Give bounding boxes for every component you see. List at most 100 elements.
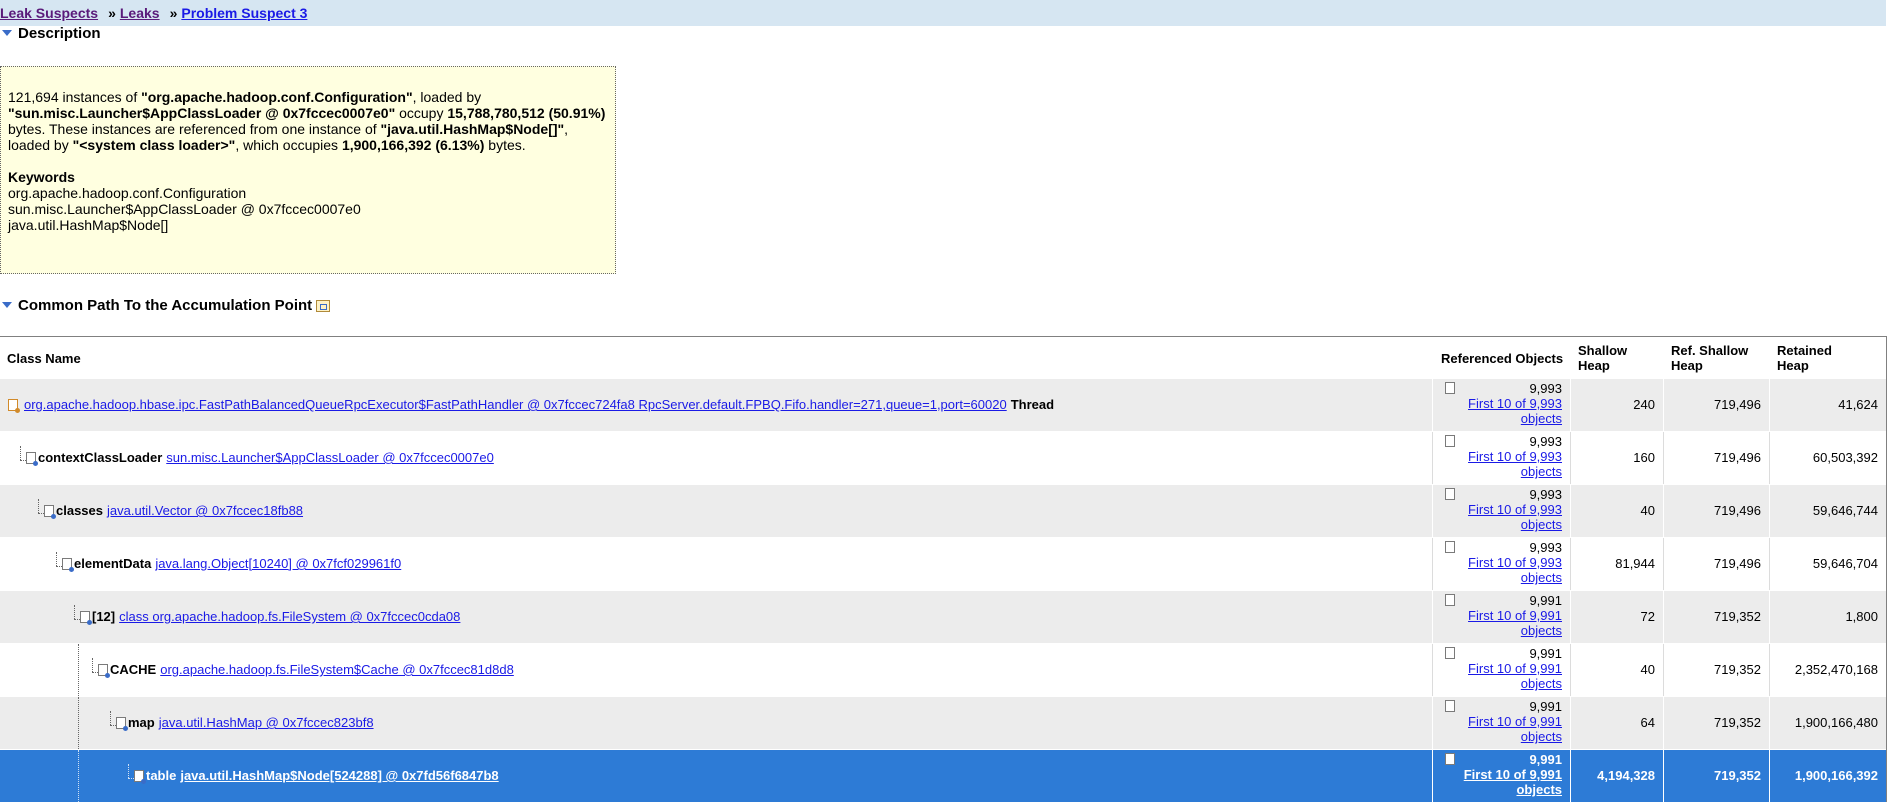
- retained-heap-cell: 1,900,166,392: [1769, 750, 1886, 802]
- column-shallow-heap[interactable]: Shallow Heap: [1578, 343, 1627, 373]
- keyword-item: java.util.HashMap$Node[]: [8, 217, 169, 233]
- table-row[interactable]: elementData java.lang.Object[10240] @ 0x7…: [0, 537, 1886, 590]
- object-link[interactable]: java.util.HashMap @ 0x7fccec823bf8: [159, 715, 374, 731]
- ref-shallow-heap-cell: 719,496: [1663, 379, 1769, 431]
- breadcrumb-separator: »: [108, 5, 116, 21]
- table-row[interactable]: table java.util.HashMap$Node[524288] @ 0x…: [0, 749, 1886, 802]
- referenced-objects-cell: 9,993 First 10 of 9,993 objects: [1432, 379, 1570, 431]
- referenced-count: 9,993: [1529, 434, 1562, 449]
- table-row[interactable]: [12] class org.apache.hadoop.fs.FileSyste…: [0, 590, 1886, 643]
- tree-connector: [110, 711, 111, 725]
- document-icon: [1445, 753, 1455, 765]
- thread-icon: [8, 399, 20, 413]
- first-10-link[interactable]: First 10 of 9,991: [1464, 767, 1562, 782]
- shallow-heap-cell: 4,194,328: [1570, 750, 1663, 802]
- first-10-link[interactable]: First 10 of 9,991: [1468, 661, 1562, 676]
- class-name-cell: classes java.util.Vector @ 0x7fccec18fb88: [0, 485, 1432, 537]
- retained-heap-cell: 59,646,704: [1769, 538, 1886, 590]
- referenced-count: 9,991: [1529, 752, 1562, 767]
- accumulation-toggle[interactable]: Common Path To the Accumulation Point: [0, 296, 331, 316]
- shallow-heap-cell: 240: [1570, 379, 1663, 431]
- first-10-link-objects[interactable]: objects: [1521, 570, 1562, 585]
- first-10-link[interactable]: First 10 of 9,993: [1468, 449, 1562, 464]
- object-link[interactable]: sun.misc.Launcher$AppClassLoader @ 0x7fc…: [166, 450, 494, 466]
- shallow-heap-cell: 160: [1570, 432, 1663, 484]
- class-name-cell: contextClassLoader sun.misc.Launcher$AppC…: [0, 432, 1432, 484]
- object-link[interactable]: org.apache.hadoop.hbase.ipc.FastPathBala…: [24, 397, 1007, 413]
- object-link[interactable]: java.lang.Object[10240] @ 0x7fcf029961f0: [155, 556, 401, 572]
- referenced-objects-cell: 9,991 First 10 of 9,991 objects: [1432, 697, 1570, 749]
- table-row[interactable]: org.apache.hadoop.hbase.ipc.FastPathBala…: [0, 378, 1886, 431]
- retained-heap-value: 41,624: [1838, 397, 1878, 412]
- table-body: org.apache.hadoop.hbase.ipc.FastPathBala…: [0, 378, 1886, 802]
- column-class-name[interactable]: Class Name: [7, 351, 81, 366]
- tree-connector: [128, 764, 129, 778]
- object-icon: [134, 770, 146, 784]
- ref-shallow-heap-value: 719,352: [1714, 768, 1761, 783]
- object-link[interactable]: org.apache.hadoop.fs.FileSystem$Cache @ …: [160, 662, 514, 678]
- referenced-objects-cell: 9,991 First 10 of 9,991 objects: [1432, 644, 1570, 696]
- tree-connector: [56, 552, 57, 566]
- first-10-link-objects[interactable]: objects: [1521, 464, 1562, 479]
- field-label: map: [128, 715, 155, 730]
- column-retained-heap[interactable]: Retained Heap: [1777, 343, 1832, 373]
- document-icon: [1445, 647, 1455, 659]
- retained-heap-cell: 60,503,392: [1769, 432, 1886, 484]
- object-link[interactable]: class org.apache.hadoop.fs.FileSystem @ …: [119, 609, 460, 625]
- referenced-count: 9,993: [1529, 540, 1562, 555]
- object-link[interactable]: java.util.HashMap$Node[524288] @ 0x7fd56…: [180, 768, 498, 784]
- document-icon: [1445, 700, 1455, 712]
- object-icon: [98, 664, 110, 678]
- description-toggle[interactable]: Description: [0, 24, 101, 44]
- first-10-link[interactable]: First 10 of 9,993: [1468, 502, 1562, 517]
- first-10-link-objects[interactable]: objects: [1521, 517, 1562, 532]
- first-10-link-objects[interactable]: objects: [1521, 676, 1562, 691]
- retained-heap-value: 60,503,392: [1812, 450, 1878, 465]
- column-referenced-objects[interactable]: Referenced Objects: [1441, 351, 1563, 366]
- field-label: table: [146, 768, 177, 783]
- retained-heap-value: 1,800: [1845, 609, 1878, 624]
- class-name-cell: elementData java.lang.Object[10240] @ 0x7…: [0, 538, 1432, 590]
- document-icon: [1445, 382, 1455, 394]
- first-10-link-objects[interactable]: objects: [1521, 729, 1562, 744]
- retained-heap-cell: 41,624: [1769, 379, 1886, 431]
- first-10-link[interactable]: First 10 of 9,993: [1468, 555, 1562, 570]
- shallow-heap-cell: 81,944: [1570, 538, 1663, 590]
- export-icon[interactable]: [316, 300, 331, 313]
- table-row[interactable]: CACHE org.apache.hadoop.fs.FileSystem$Cac…: [0, 643, 1886, 696]
- tree-connector: [78, 750, 79, 802]
- first-10-link[interactable]: First 10 of 9,993: [1468, 396, 1562, 411]
- document-icon: [1445, 488, 1455, 500]
- breadcrumb-problem-suspect[interactable]: Problem Suspect 3: [181, 5, 307, 21]
- column-ref-shallow-heap[interactable]: Ref. Shallow Heap: [1671, 343, 1748, 373]
- accumulation-table: Class Name Referenced Objects Shallow Hea…: [0, 336, 1887, 802]
- ref-shallow-heap-value: 719,352: [1714, 609, 1761, 624]
- shallow-heap-value: 160: [1633, 450, 1655, 465]
- class-name-cell: org.apache.hadoop.hbase.ipc.FastPathBala…: [0, 379, 1432, 431]
- breadcrumb-leak-suspects[interactable]: Leak Suspects: [0, 5, 98, 21]
- first-10-link[interactable]: First 10 of 9,991: [1468, 608, 1562, 623]
- table-row[interactable]: map java.util.HashMap @ 0x7fccec823bf8 9,9…: [0, 696, 1886, 749]
- breadcrumb-leaks[interactable]: Leaks: [120, 5, 160, 21]
- first-10-link-objects[interactable]: objects: [1516, 782, 1562, 797]
- tree-connector: [74, 605, 75, 619]
- first-10-link[interactable]: First 10 of 9,991: [1468, 714, 1562, 729]
- breadcrumb-separator: »: [169, 5, 178, 21]
- table-row[interactable]: contextClassLoader sun.misc.Launcher$AppC…: [0, 431, 1886, 484]
- referenced-count: 9,991: [1529, 646, 1562, 661]
- shallow-heap-cell: 40: [1570, 644, 1663, 696]
- class-name-cell: CACHE org.apache.hadoop.fs.FileSystem$Cac…: [0, 644, 1432, 696]
- table-row[interactable]: classes java.util.Vector @ 0x7fccec18fb88…: [0, 484, 1886, 537]
- first-10-link-objects[interactable]: objects: [1521, 623, 1562, 638]
- ref-shallow-heap-value: 719,496: [1714, 503, 1761, 518]
- accumulation-heading: Common Path To the Accumulation Point: [18, 297, 313, 314]
- first-10-link-objects[interactable]: objects: [1521, 411, 1562, 426]
- object-link[interactable]: java.util.Vector @ 0x7fccec18fb88: [107, 503, 303, 519]
- retained-heap-cell: 59,646,744: [1769, 485, 1886, 537]
- description-text: 121,694 instances of "org.apache.hadoop.…: [8, 89, 606, 153]
- shallow-heap-cell: 72: [1570, 591, 1663, 643]
- collapse-triangle-icon: [2, 302, 12, 309]
- retained-heap-value: 59,646,704: [1812, 556, 1878, 571]
- tree-connector: [78, 644, 79, 696]
- keywords-title: Keywords: [8, 169, 75, 185]
